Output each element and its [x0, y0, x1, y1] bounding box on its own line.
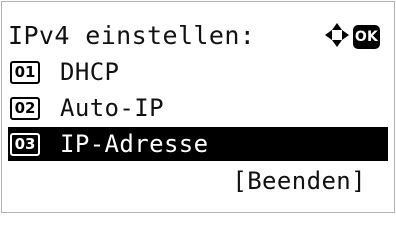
item-number-badge: 01	[10, 60, 40, 84]
page-title: IPv4 einstellen:	[8, 20, 256, 50]
menu-item-label: Auto-IP	[60, 94, 164, 122]
menu-item-ip-address[interactable]: 03 IP-Adresse	[8, 127, 388, 161]
menu-item-auto-ip[interactable]: 02 Auto-IP	[8, 91, 388, 125]
footer: [Beenden]	[8, 164, 388, 198]
menu-item-dhcp[interactable]: 01 DHCP	[8, 55, 388, 89]
nav-hint: OK	[324, 22, 380, 52]
title-bar: IPv4 einstellen: OK	[8, 18, 388, 52]
item-number-badge: 03	[10, 132, 40, 156]
panel-display: IPv4 einstellen: OK 01 DHCP 02 Auto-IP 0…	[1, 1, 395, 213]
end-button[interactable]: [Beenden]	[232, 167, 366, 195]
item-number-badge: 02	[10, 96, 40, 120]
menu-item-label: DHCP	[60, 58, 120, 86]
ok-key-icon: OK	[353, 25, 380, 49]
menu-item-label: IP-Adresse	[60, 130, 209, 158]
four-way-arrow-icon	[324, 22, 350, 52]
